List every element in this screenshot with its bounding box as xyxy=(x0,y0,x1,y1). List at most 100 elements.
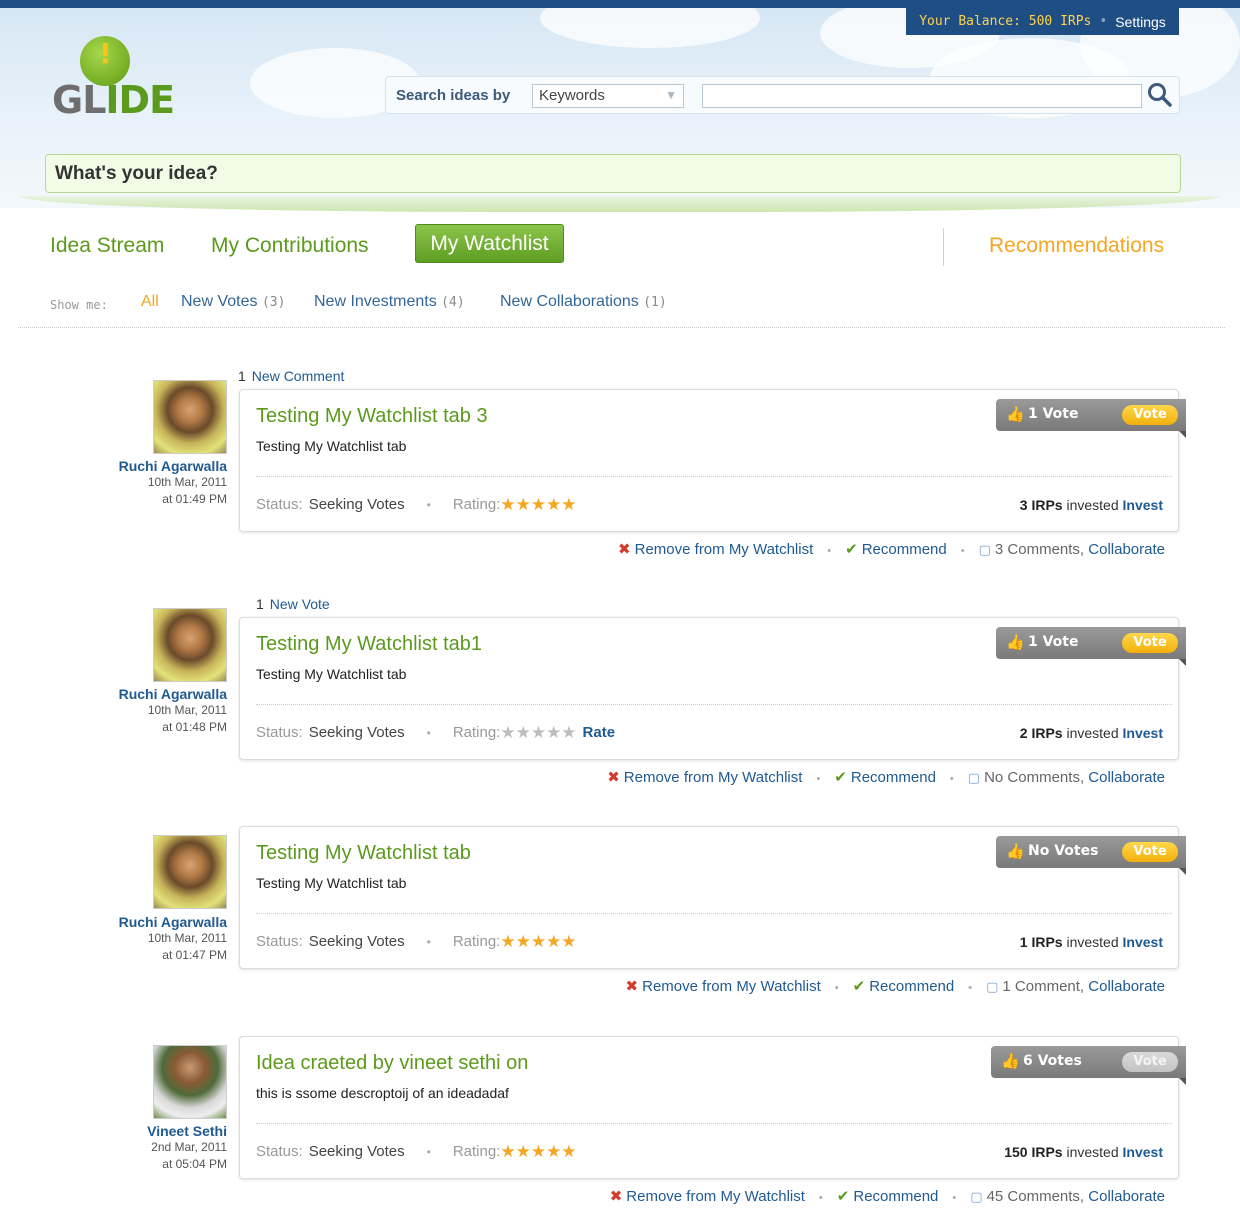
invest-link[interactable]: Invest xyxy=(1123,1144,1163,1160)
author-info: Vineet Sethi 2nd Mar, 2011 at 05:04 PM xyxy=(0,1123,227,1173)
ribbon-fold xyxy=(1179,868,1186,875)
idea-actions: ✖ Remove from My Watchlist • ✔ Recommend • ▢ 45… xyxy=(610,1187,1165,1205)
idea-status: Status: Seeking Votes • Rating:★★★★★ xyxy=(256,495,577,515)
status-label: Status: xyxy=(256,724,303,741)
irps-amount: 150 IRPs xyxy=(1004,1144,1063,1160)
idea-title[interactable]: Idea craeted by vineet sethi on xyxy=(256,1052,528,1075)
idea-status: Status: Seeking Votes • Rating:★★★★★ xyxy=(256,932,577,952)
avatar[interactable] xyxy=(153,380,227,454)
remove-icon: ✖ xyxy=(625,978,639,995)
author-name[interactable]: Ruchi Agarwalla xyxy=(0,686,227,702)
separator-dot: • xyxy=(426,498,431,512)
star-rating-icon: ★★★★★ xyxy=(500,1142,577,1161)
collaborate-link[interactable]: Collaborate xyxy=(1088,769,1165,786)
author-name[interactable]: Ruchi Agarwalla xyxy=(0,458,227,474)
filter-new-investments[interactable]: New Investments (4) xyxy=(314,293,465,311)
idea-title[interactable]: Testing My Watchlist tab1 xyxy=(256,633,482,656)
comments-link[interactable]: 3 Comments, xyxy=(995,541,1084,558)
search-bar: Search ideas by Keywords ▼ xyxy=(385,76,1180,114)
vote-button[interactable]: Vote xyxy=(1122,842,1178,862)
invested-text: invested xyxy=(1066,725,1119,741)
balance-text: Your Balance: 500 IRPs xyxy=(919,14,1092,29)
search-input[interactable] xyxy=(702,84,1142,108)
post-date: 2nd Mar, 2011 xyxy=(151,1140,227,1154)
investment-info: 1 IRPs invested Invest xyxy=(1020,934,1163,950)
invest-link[interactable]: Invest xyxy=(1123,497,1163,513)
post-time: at 05:04 PM xyxy=(162,1157,227,1171)
idea-input[interactable]: What's your idea? xyxy=(45,154,1181,193)
tab-recommendations[interactable]: Recommendations xyxy=(989,234,1164,258)
tab-divider xyxy=(943,228,944,266)
notice-text: New Vote xyxy=(269,596,330,612)
new-activity-notice[interactable]: 1 New Comment xyxy=(238,368,344,384)
thumbs-up-icon: 👍 xyxy=(1001,1053,1020,1070)
separator-dot: • xyxy=(968,982,973,994)
rate-link[interactable]: Rate xyxy=(583,724,616,741)
chevron-down-icon: ▼ xyxy=(665,88,677,102)
irps-amount: 3 IRPs xyxy=(1019,497,1063,513)
filter-all[interactable]: All xyxy=(141,293,159,311)
vote-badge: 👍 6 Votes Vote xyxy=(991,1046,1186,1085)
avatar[interactable] xyxy=(153,1045,227,1119)
recommend-link[interactable]: Recommend xyxy=(869,978,954,995)
recommend-link[interactable]: Recommend xyxy=(853,1188,938,1205)
comments-link[interactable]: No Comments, xyxy=(984,769,1084,786)
collaborate-link[interactable]: Collaborate xyxy=(1088,978,1165,995)
separator-dot: • xyxy=(426,935,431,949)
vote-count: 1 Vote xyxy=(1028,406,1079,422)
author-info: Ruchi Agarwalla 10th Mar, 2011 at 01:47 … xyxy=(0,914,227,964)
vote-button[interactable]: Vote xyxy=(1122,633,1178,653)
tab-my-contributions[interactable]: My Contributions xyxy=(211,234,369,258)
collaborate-link[interactable]: Collaborate xyxy=(1088,541,1165,558)
comments-link[interactable]: 45 Comments, xyxy=(987,1188,1085,1205)
tab-idea-stream[interactable]: Idea Stream xyxy=(50,234,164,258)
separator-dot: • xyxy=(949,773,954,785)
comments-link[interactable]: 1 Comment, xyxy=(1002,978,1084,995)
logo-text-gl: GL xyxy=(52,78,106,122)
status-value: Seeking Votes xyxy=(308,933,405,950)
star-rating-icon: ★★★★★ xyxy=(500,932,577,951)
search-icon[interactable] xyxy=(1146,81,1174,109)
remove-icon: ✖ xyxy=(618,541,631,558)
search-mode-select[interactable]: Keywords ▼ xyxy=(532,84,684,108)
filter-new-collaborations-count: (1) xyxy=(643,295,667,310)
remove-from-watchlist-link[interactable]: Remove from My Watchlist xyxy=(635,541,814,558)
idea-title[interactable]: Testing My Watchlist tab xyxy=(256,842,471,865)
check-icon: ✔ xyxy=(836,1188,850,1205)
separator-dot: • xyxy=(952,1192,957,1204)
vote-button[interactable]: Vote xyxy=(1122,1052,1178,1072)
recommend-link[interactable]: Recommend xyxy=(862,541,947,558)
remove-from-watchlist-link[interactable]: Remove from My Watchlist xyxy=(626,1188,805,1205)
remove-icon: ✖ xyxy=(607,769,620,786)
idea-title[interactable]: Testing My Watchlist tab 3 xyxy=(256,405,488,428)
invest-link[interactable]: Invest xyxy=(1123,934,1163,950)
filter-new-votes[interactable]: New Votes (3) xyxy=(181,293,285,311)
recommend-link[interactable]: Recommend xyxy=(851,769,936,786)
remove-from-watchlist-link[interactable]: Remove from My Watchlist xyxy=(642,978,821,995)
new-activity-notice[interactable]: 1 New Vote xyxy=(256,596,330,612)
avatar[interactable] xyxy=(153,608,227,682)
glide-logo[interactable]: ! GLIDE xyxy=(52,36,175,122)
invested-text: invested xyxy=(1066,1144,1119,1160)
idea-card: Testing My Watchlist tab Testing My Watc… xyxy=(239,826,1186,969)
star-rating-icon[interactable]: ★★★★★ xyxy=(500,723,576,743)
top-bar xyxy=(0,0,1240,8)
tab-my-watchlist[interactable]: My Watchlist xyxy=(415,224,564,263)
author-name[interactable]: Vineet Sethi xyxy=(0,1123,227,1139)
settings-link[interactable]: Settings xyxy=(1115,14,1166,30)
author-name[interactable]: Ruchi Agarwalla xyxy=(0,914,227,930)
status-label: Status: xyxy=(256,933,303,950)
comment-icon: ▢ xyxy=(978,542,991,557)
idea-description: Testing My Watchlist tab xyxy=(256,666,407,682)
vote-button[interactable]: Vote xyxy=(1122,405,1178,425)
collaborate-link[interactable]: Collaborate xyxy=(1088,1188,1165,1205)
vote-badge: 👍 1 Vote Vote xyxy=(996,627,1186,666)
investment-info: 150 IRPs invested Invest xyxy=(1004,1144,1163,1160)
avatar[interactable] xyxy=(153,835,227,909)
ribbon-fold xyxy=(1179,1078,1186,1085)
idea-actions: ✖ Remove from My Watchlist • ✔ Recommend • ▢ No… xyxy=(607,768,1165,786)
invest-link[interactable]: Invest xyxy=(1123,725,1163,741)
filter-new-collaborations[interactable]: New Collaborations (1) xyxy=(500,293,667,311)
vote-count: 1 Vote xyxy=(1028,634,1079,650)
remove-from-watchlist-link[interactable]: Remove from My Watchlist xyxy=(624,769,803,786)
